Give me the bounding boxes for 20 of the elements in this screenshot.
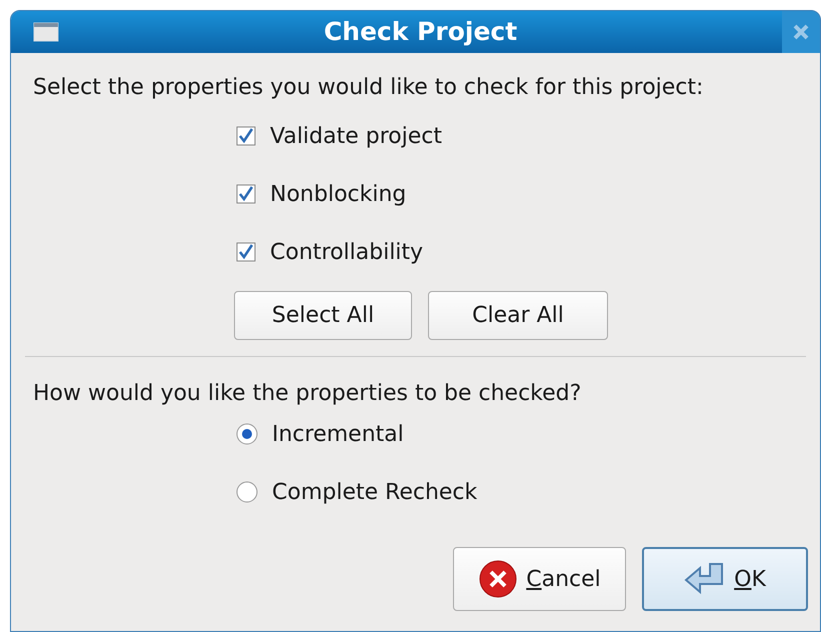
radio-button[interactable] [236, 423, 258, 445]
error-icon [478, 559, 518, 599]
checkbox[interactable] [236, 126, 256, 146]
instruction-text: Select the properties you would like to check for this project: [32, 77, 704, 99]
checkbox[interactable] [236, 242, 256, 262]
radio-label[interactable]: Complete Recheck [272, 476, 478, 508]
checkbox[interactable] [236, 184, 256, 204]
checkbox-label[interactable]: Controllability [270, 236, 424, 268]
radio-label[interactable]: Incremental [272, 418, 404, 450]
cancel-button[interactable]: Cancel [453, 547, 626, 611]
radio-button[interactable] [236, 481, 258, 503]
checkbox-label[interactable]: Validate project [270, 120, 442, 152]
instruction-text: How would you like the properties to be checked? [32, 383, 582, 405]
checkbox-label[interactable]: Nonblocking [270, 178, 406, 210]
window-title: Check Project [322, 16, 518, 48]
window-icon [33, 22, 59, 42]
clear-all-button[interactable]: Clear All [428, 291, 608, 340]
select-all-button[interactable]: Select All [234, 291, 412, 340]
close-icon [792, 23, 810, 41]
ok-button[interactable]: OK [642, 547, 808, 611]
